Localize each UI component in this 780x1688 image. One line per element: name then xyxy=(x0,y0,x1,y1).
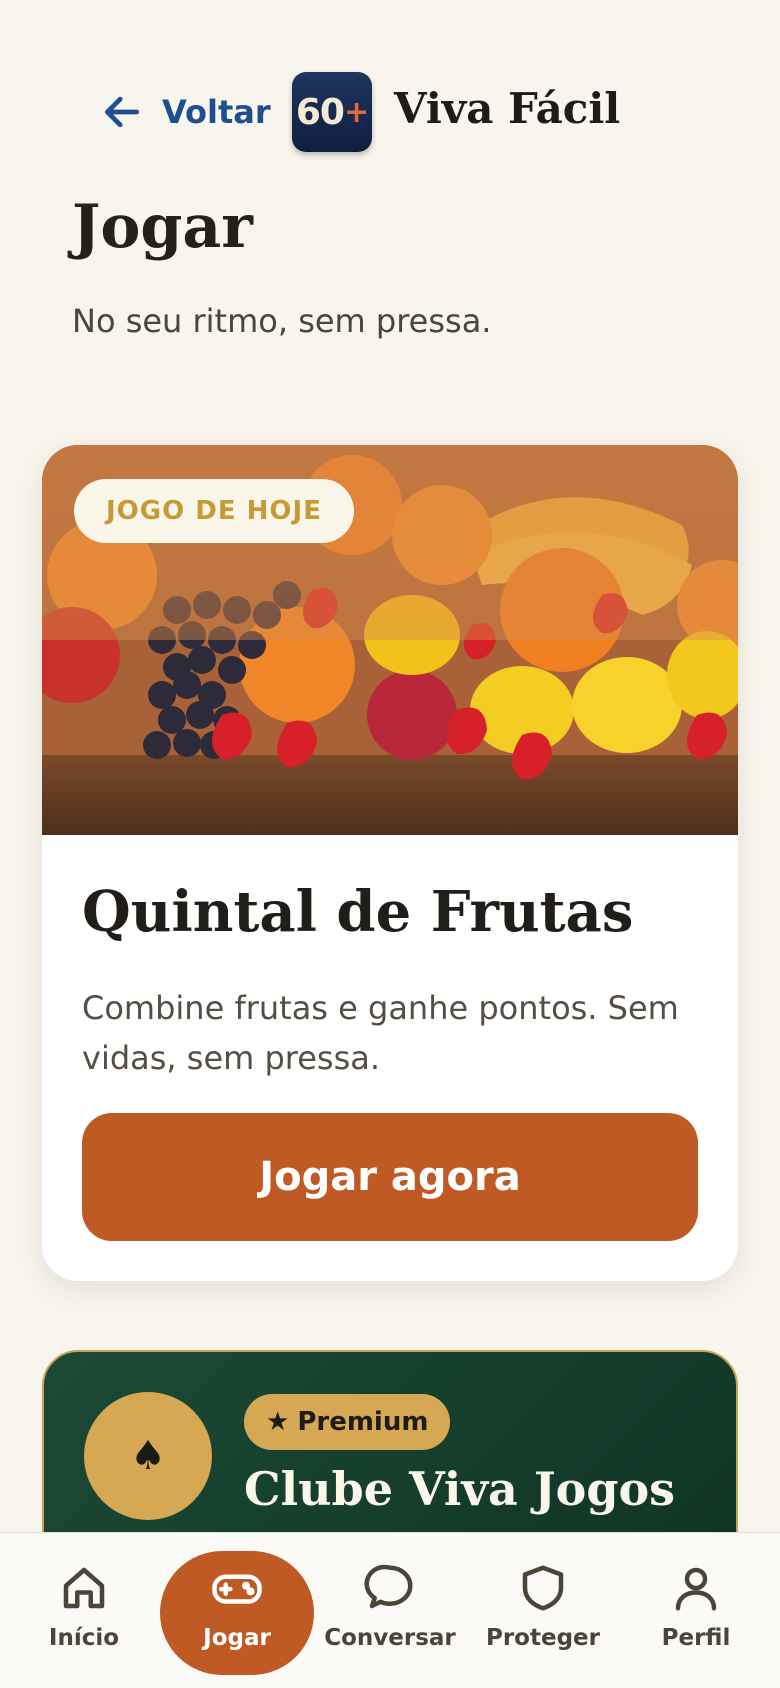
arrow-left-icon xyxy=(104,96,140,128)
spade-icon: ♠ xyxy=(84,1392,212,1520)
app-logo: 60 + xyxy=(292,72,372,152)
daily-game-card[interactable]: JOGO DE HOJE Quintal de Frutas Combine f… xyxy=(42,445,738,1281)
nav-item-proteger[interactable]: Proteger xyxy=(473,1533,613,1688)
nav-label: Perfil xyxy=(661,1625,731,1651)
star-icon: ★ xyxy=(266,1407,290,1437)
chat-icon xyxy=(364,1564,413,1609)
logo-number: 60 xyxy=(295,91,345,133)
premium-badge-label: Premium xyxy=(297,1407,429,1437)
fruit-hero-image: JOGO DE HOJE xyxy=(42,445,738,835)
daily-game-tag: JOGO DE HOJE xyxy=(74,479,354,543)
nav-item-perfil[interactable]: Perfil xyxy=(626,1533,766,1688)
bottom-nav: Início Jogar Conversar Proteger Perfil xyxy=(0,1532,780,1688)
page-subtitle: No seu ritmo, sem pressa. xyxy=(72,302,492,340)
logo-plus: + xyxy=(343,94,369,130)
nav-label: Conversar xyxy=(324,1625,456,1651)
nav-item-inicio[interactable]: Início xyxy=(14,1533,154,1688)
nav-label: Proteger xyxy=(485,1625,600,1651)
game-description: Combine frutas e ganhe pontos. Sem vidas… xyxy=(82,989,679,1077)
nav-item-conversar[interactable]: Conversar xyxy=(320,1533,460,1688)
back-label: Voltar xyxy=(162,93,271,131)
nav-label: Jogar xyxy=(203,1625,271,1651)
back-button[interactable]: Voltar xyxy=(100,88,271,136)
premium-badge: ★ Premium xyxy=(244,1394,451,1450)
user-icon xyxy=(675,1567,717,1611)
home-icon xyxy=(63,1567,105,1609)
club-title: Clube Viva Jogos xyxy=(244,1462,676,1516)
shield-icon xyxy=(522,1565,564,1611)
page-title: Jogar xyxy=(72,192,253,262)
gamepad-icon xyxy=(212,1574,262,1604)
app-header: Voltar 60 + Viva Fácil xyxy=(0,70,780,154)
nav-item-jogar[interactable]: Jogar xyxy=(167,1533,307,1688)
play-now-button[interactable]: Jogar agora xyxy=(82,1113,698,1241)
brand-name: Viva Fácil xyxy=(394,84,621,133)
nav-label: Início xyxy=(48,1625,120,1651)
game-title: Quintal de Frutas xyxy=(82,879,634,945)
